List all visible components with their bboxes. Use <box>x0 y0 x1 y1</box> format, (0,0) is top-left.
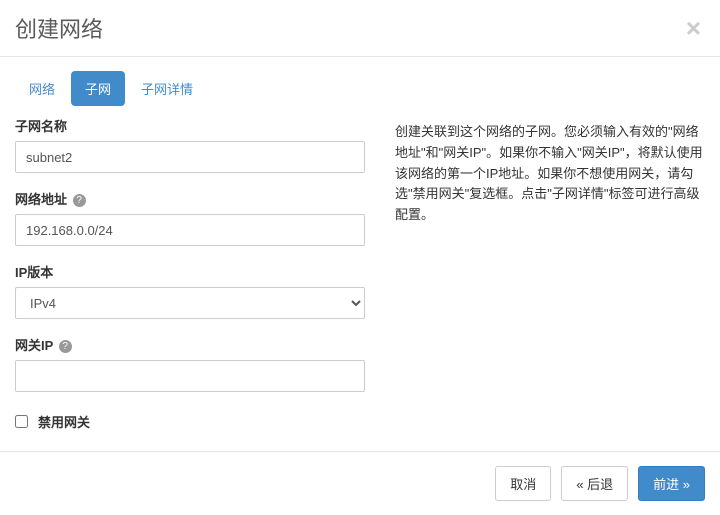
back-button[interactable]: « 后退 <box>561 466 628 501</box>
description-text: 创建关联到这个网络的子网。您必须输入有效的"网络地址"和"网关IP"。如果你不输… <box>395 122 705 226</box>
ip-version-label: IP版本 <box>15 262 365 281</box>
disable-gateway-label: 禁用网关 <box>38 412 90 431</box>
close-icon[interactable]: × <box>686 15 705 41</box>
help-icon[interactable]: ? <box>59 340 72 353</box>
description-column: 创建关联到这个网络的子网。您必须输入有效的"网络地址"和"网关IP"。如果你不输… <box>395 116 705 431</box>
disable-gateway-checkbox[interactable] <box>15 415 28 428</box>
help-icon[interactable]: ? <box>73 194 86 207</box>
network-address-label-text: 网络地址 <box>15 192 67 207</box>
field-gateway-ip: 网关IP ? <box>15 335 365 392</box>
network-address-label: 网络地址 ? <box>15 189 365 208</box>
form-column: 子网名称 网络地址 ? IP版本 IPv4 网关IP ? <box>15 116 365 431</box>
field-network-address: 网络地址 ? <box>15 189 365 246</box>
gateway-ip-label-text: 网关IP <box>15 338 53 353</box>
subnet-name-input[interactable] <box>15 141 365 173</box>
field-ip-version: IP版本 IPv4 <box>15 262 365 319</box>
field-subnet-name: 子网名称 <box>15 116 365 173</box>
ip-version-select[interactable]: IPv4 <box>15 287 365 319</box>
modal-header: 创建网络 × <box>0 0 720 57</box>
tab-bar: 网络 子网 子网详情 <box>0 57 720 106</box>
field-disable-gateway: 禁用网关 <box>15 412 365 431</box>
gateway-ip-input[interactable] <box>15 360 365 392</box>
modal-title: 创建网络 <box>15 12 103 44</box>
tab-subnet[interactable]: 子网 <box>71 71 125 106</box>
gateway-ip-label: 网关IP ? <box>15 335 365 354</box>
tab-subnet-detail[interactable]: 子网详情 <box>127 71 207 106</box>
tab-network[interactable]: 网络 <box>15 71 69 106</box>
cancel-button[interactable]: 取消 <box>495 466 551 501</box>
modal-body: 子网名称 网络地址 ? IP版本 IPv4 网关IP ? <box>0 106 720 451</box>
next-button[interactable]: 前进 » <box>638 466 705 501</box>
modal-footer: 取消 « 后退 前进 » <box>0 451 720 515</box>
subnet-name-label: 子网名称 <box>15 116 365 135</box>
network-address-input[interactable] <box>15 214 365 246</box>
